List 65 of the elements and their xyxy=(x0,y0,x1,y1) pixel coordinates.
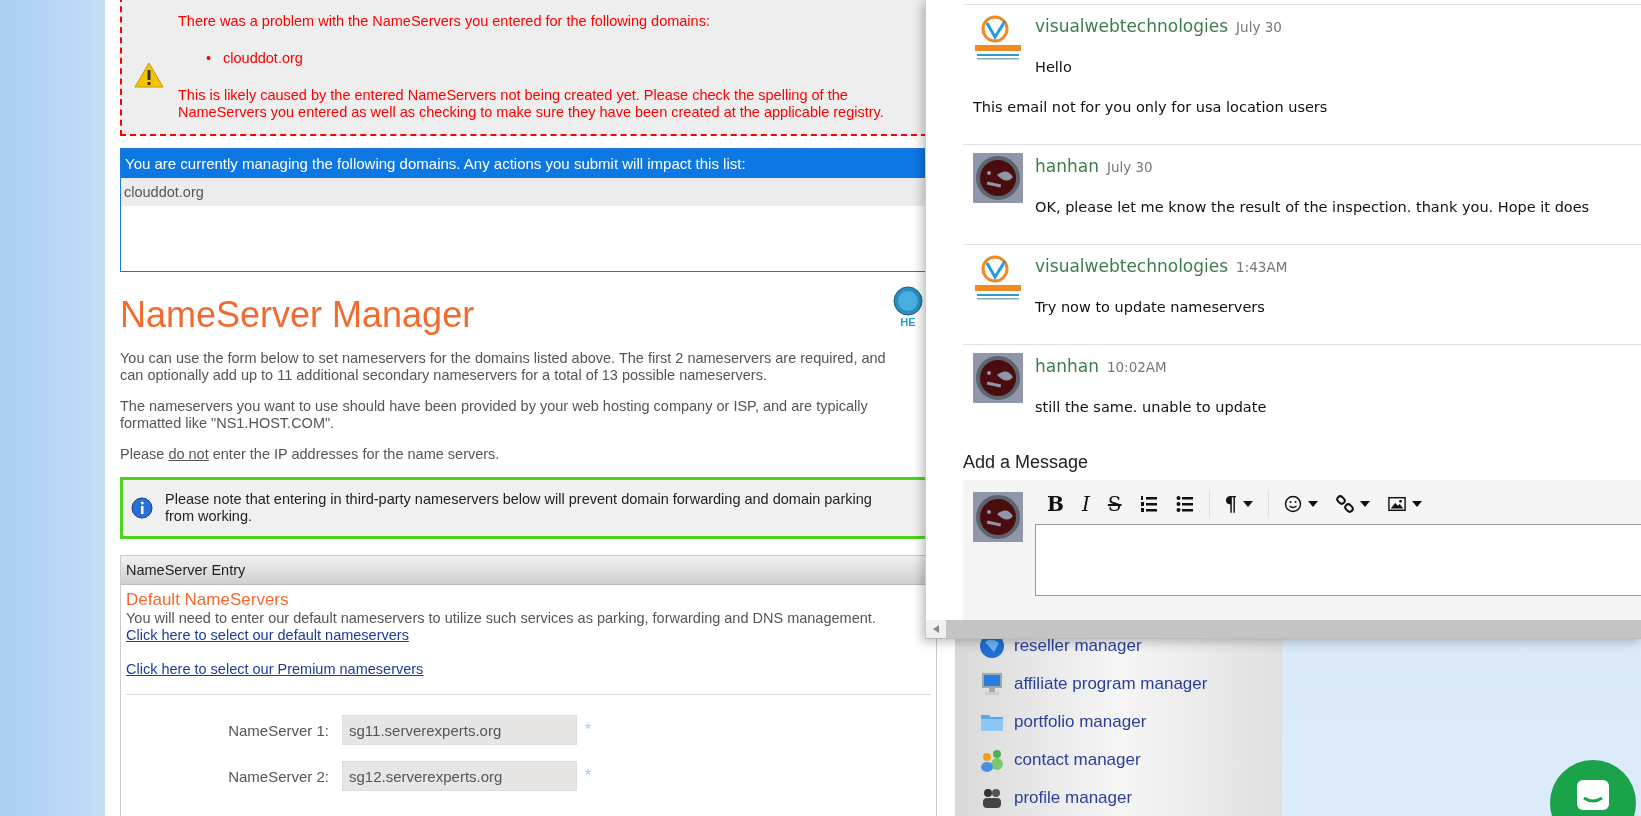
section-title: Default NameServers xyxy=(126,590,290,610)
info-icon xyxy=(131,497,153,519)
user-avatar xyxy=(973,492,1023,542)
paragraph-button[interactable]: ¶ xyxy=(1215,492,1263,516)
user-avatar xyxy=(973,153,1023,203)
bullet-list-icon xyxy=(1175,495,1194,513)
error-message: There was a problem with the NameServers you entered for the following domains: xyxy=(178,13,711,30)
bold-button[interactable]: B xyxy=(1038,492,1073,516)
intro-text-line: can optionally add up to 11 additional secondary nameservers for a total of 13 possible nameservers. xyxy=(120,367,767,384)
field-label: NameServer 2: xyxy=(227,767,329,785)
bullet: • xyxy=(206,50,212,67)
numbered-list-icon xyxy=(1139,495,1158,513)
nameserver-input[interactable]: sg11.serverexperts.org xyxy=(342,715,577,745)
domain-list-item: clouddot.org xyxy=(223,50,303,67)
image-icon xyxy=(1388,495,1407,513)
ip-note: Please do not enter the IP addresses for the name servers. xyxy=(120,446,501,463)
scrollbar[interactable] xyxy=(926,620,1641,638)
author-name[interactable]: hanhan xyxy=(1035,356,1099,376)
help-icon[interactable] xyxy=(893,286,923,316)
intro-text-line: You can use the form below to set nameservers for the domains listed above. The first 2 nameservers are required, and xyxy=(120,350,886,367)
message-text: This email not for you only for usa location users xyxy=(973,98,1329,117)
scroll-left-icon[interactable] xyxy=(933,625,939,633)
info-message: Please note that entering in third-party nameservers below will prevent domain forwarding and domain parking from working. xyxy=(165,491,873,525)
sidebar-item[interactable]: affiliate program manager xyxy=(1014,674,1208,694)
author-name[interactable]: visualwebtechnologies xyxy=(1035,16,1229,36)
logo-avatar xyxy=(973,253,1023,303)
sidebar-item[interactable]: profile manager xyxy=(1014,788,1133,808)
caret-icon xyxy=(1412,501,1423,507)
message-time: July 30 xyxy=(1106,159,1153,175)
smiley-icon xyxy=(1284,495,1303,513)
italic-button[interactable]: I xyxy=(1072,492,1099,516)
message-time: July 30 xyxy=(1236,19,1282,35)
select-nameservers-link[interactable]: Click here to select our default nameservers xyxy=(126,627,409,644)
caret-icon xyxy=(1308,501,1319,507)
message-text: Try now to update nameservers xyxy=(1034,298,1266,317)
message-time: 10:02AM xyxy=(1106,359,1167,375)
select-nameservers-link[interactable]: Click here to select our Premium nameservers xyxy=(126,661,424,678)
hosting-note: The nameservers you want to use should have been provided by your web hosting company or ISP, and are typically formatted like "NS1.HOST.COM". xyxy=(120,398,869,432)
compose-title: Add a Message xyxy=(963,451,1089,473)
strike-button[interactable]: S xyxy=(1098,492,1131,516)
logo-avatar xyxy=(973,13,1023,63)
author-name[interactable]: visualwebtechnologies xyxy=(1035,256,1229,276)
message-input[interactable] xyxy=(1035,524,1641,596)
people-icon xyxy=(979,747,1005,773)
author-name[interactable]: hanhan xyxy=(1035,156,1099,176)
user-avatar xyxy=(973,353,1023,403)
message-text: OK, please let me know the result of the inspection. thank you. Hope it does xyxy=(1034,198,1591,217)
caret-icon xyxy=(1360,501,1371,507)
page-title: NameServer Manager xyxy=(120,294,475,336)
monitor-icon xyxy=(979,671,1005,697)
nameserver-input[interactable]: sg12.serverexperts.org xyxy=(342,761,577,791)
warning-icon xyxy=(134,62,164,88)
field-label: NameServer 1: xyxy=(227,721,329,739)
message-text: still the same. unable to update xyxy=(1034,398,1268,417)
caret-icon xyxy=(1243,501,1254,507)
required-mark: * xyxy=(585,767,592,785)
error-detail: This is likely caused by the entered NameServers not being created yet. Please check the spelling of the NameServers you entered as well as checking to make sure they have been created at the applicable registry. xyxy=(178,87,885,121)
sidebar-item[interactable]: contact manager xyxy=(1014,750,1141,770)
message-time: 1:43AM xyxy=(1236,259,1288,275)
link-icon xyxy=(1336,495,1355,513)
sidebar-item[interactable]: reseller manager xyxy=(1014,636,1142,656)
sidebar-item[interactable]: portfolio manager xyxy=(1014,712,1147,732)
section-description: You will need to enter our default nameservers to utilize such services as parking, forwarding and DNS management. xyxy=(126,610,877,627)
required-mark: * xyxy=(585,721,592,739)
message-text: Hello xyxy=(1034,58,1073,77)
